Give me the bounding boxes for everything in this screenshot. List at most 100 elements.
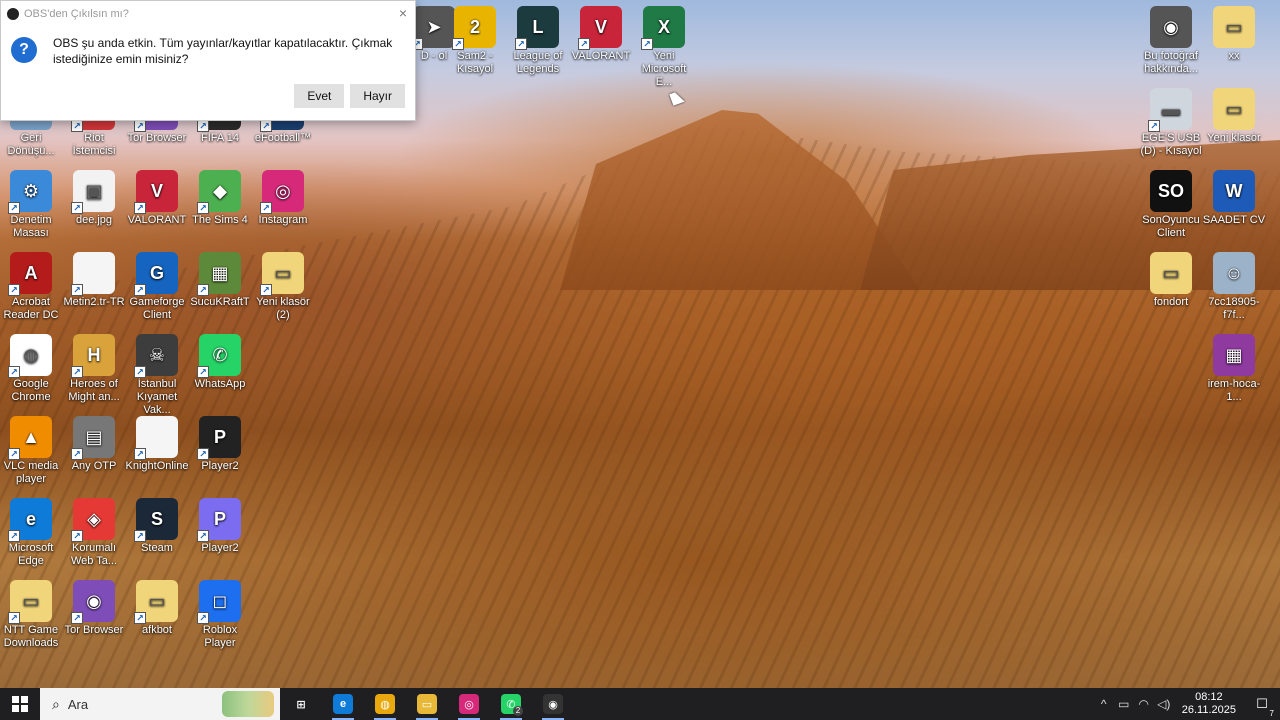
desktop-icon-label: Yeni klasör (1207, 132, 1261, 144)
notification-icon: ☐ (1256, 696, 1268, 711)
chrome-icon: ◍ ↗ (8, 334, 52, 378)
desktop-icon-label: Player2 (201, 542, 239, 554)
desktop-icon[interactable]: A ↗ Acrobat Reader DC (0, 252, 65, 322)
desktop-icon[interactable]: ▦ irem-hoca-1... (1200, 334, 1268, 404)
desktop-icon-label: İstanbul Kıyamet Vak... (136, 378, 178, 416)
desktop-icon-label: irem-hoca-1... (1207, 378, 1261, 403)
valorant-icon: V ↗ (578, 6, 622, 50)
shortcut-arrow-icon: ↗ (197, 612, 209, 624)
desktop-icon-label: Metin2.tr-TR (63, 296, 125, 308)
desktop-icon[interactable]: X ↗ Yeni Microsoft E... (630, 6, 698, 89)
desktop-icon[interactable]: ⚙ ↗ Denetim Masası (0, 170, 65, 240)
desktop-icon[interactable]: L ↗ League of Legends (504, 6, 572, 76)
desktop-icon-label: afkbot (142, 624, 172, 636)
desktop-icon[interactable]: e ↗ Microsoft Edge (0, 498, 65, 568)
taskbar-app-button[interactable]: ▭ (406, 688, 448, 720)
volume-icon[interactable]: ◁) (1154, 697, 1174, 711)
desktop-icon[interactable]: H ↗ Heroes of Might an... (60, 334, 128, 404)
shortcut-arrow-icon: ↗ (134, 530, 146, 542)
shortcut-arrow-icon: ↗ (260, 202, 272, 214)
shortcut-arrow-icon: ↗ (197, 120, 209, 132)
desktop-icon[interactable]: ↗ Metin2.tr-TR (60, 252, 128, 309)
file-explorer-icon: ▭ (417, 694, 437, 714)
taskbar-search[interactable]: ⌕ Ara (40, 688, 280, 720)
taskbar-app-button[interactable]: ◍ (364, 688, 406, 720)
desktop-icon[interactable]: ◻ ↗ Roblox Player (186, 580, 254, 650)
taskbar: ⌕ Ara ⊞ e ◍ ▭ ◎ ✆ 2 ◉ ^ ▭ ◠ ◁) 08:12 26.11.2025… (0, 688, 1280, 720)
desktop-icon[interactable]: G ↗ Gameforge Client (123, 252, 191, 322)
player2-icon: P ↗ (197, 416, 241, 460)
yes-button[interactable]: Evet (294, 84, 345, 108)
desktop-icon[interactable]: ▦ ↗ SucuKRaftT (186, 252, 254, 309)
desktop-icon[interactable]: ▬ ↗ EGE'S USB (D) - Kısayol (1137, 88, 1205, 158)
desktop-icon-label: Microsoft Edge (8, 542, 54, 567)
desktop-icon[interactable]: ▣ ↗ dee.jpg (60, 170, 128, 227)
istanbul-kiyamet-icon: ☠ ↗ (134, 334, 178, 378)
desktop-icon[interactable]: ▭ Yeni klasör (1200, 88, 1268, 145)
desktop-icon-label: SAADET CV (1202, 214, 1266, 226)
desktop-icon-label: Instagram (258, 214, 308, 226)
desktop-icon[interactable]: ▭ ↗ afkbot (123, 580, 191, 637)
desktop-icon-label: KnightOnline (125, 460, 189, 472)
start-button[interactable] (0, 688, 40, 720)
desktop-icon-label: Riot İstemcisi (72, 132, 116, 157)
clock[interactable]: 08:12 26.11.2025 (1174, 691, 1244, 717)
shortcut-arrow-icon: ↗ (134, 202, 146, 214)
desktop-icon[interactable]: ☠ ↗ İstanbul Kıyamet Vak... (123, 334, 191, 417)
shortcut-arrow-icon: ↗ (197, 366, 209, 378)
no-button[interactable]: Hayır (350, 84, 405, 108)
sonoyuncu-icon: SO (1150, 170, 1192, 212)
desktop-icon[interactable]: ▭ ↗ Yeni klasör (2) (249, 252, 317, 322)
shortcut-arrow-icon: ↗ (71, 120, 83, 132)
battery-icon[interactable]: ▭ (1114, 697, 1134, 711)
acrobat-icon: A ↗ (8, 252, 52, 296)
desktop-icon[interactable]: S ↗ Steam (123, 498, 191, 555)
sam2-icon: 2 ↗ (452, 6, 496, 50)
desktop-icon[interactable]: ▭ ↗ NTT Game Downloads (0, 580, 65, 650)
desktop-icon[interactable]: ◍ ↗ Google Chrome (0, 334, 65, 404)
zip-folder-icon: ▭ ↗ (134, 580, 178, 624)
desktop-icon[interactable]: ▭ xx (1200, 6, 1268, 63)
desktop-icon[interactable]: ☺ 7cc18905-f7f... (1200, 252, 1268, 322)
taskbar-app-button[interactable]: ⊞ (280, 688, 322, 720)
desktop-icon[interactable]: ◈ ↗ Korumalı Web Ta... (60, 498, 128, 568)
camera-icon: ◉ (1150, 6, 1192, 48)
shortcut-arrow-icon: ↗ (134, 612, 146, 624)
desktop-icon[interactable]: ✆ ↗ WhatsApp (186, 334, 254, 391)
desktop-icon[interactable]: ▭ fondort (1137, 252, 1205, 309)
folder-icon: ▭ (1213, 88, 1255, 130)
desktop-icon[interactable]: ▲ ↗ VLC media player (0, 416, 65, 486)
desktop-icon[interactable]: P ↗ Player2 (186, 498, 254, 555)
desktop-icon[interactable]: V ↗ VALORANT (567, 6, 635, 63)
desktop-icon[interactable]: ◎ ↗ Instagram (249, 170, 317, 227)
desktop-icon[interactable]: P ↗ Player2 (186, 416, 254, 473)
desktop-icon-label: WhatsApp (194, 378, 246, 390)
taskbar-app-button[interactable]: ✆ 2 (490, 688, 532, 720)
desktop-icon[interactable]: W SAADET CV (1200, 170, 1268, 227)
taskbar-app-button[interactable]: e (322, 688, 364, 720)
desktop-icon[interactable]: V ↗ VALORANT (123, 170, 191, 227)
taskbar-app-button[interactable]: ◉ (532, 688, 574, 720)
dialog-message: OBS şu anda etkin. Tüm yayınlar/kayıtlar… (53, 36, 393, 66)
desktop-icon[interactable]: ↗ KnightOnline (123, 416, 191, 473)
network-icon[interactable]: ◠ (1134, 697, 1154, 711)
shortcut-arrow-icon: ↗ (71, 612, 83, 624)
desktop-icon-label: The Sims 4 (192, 214, 248, 226)
task-view-icon: ⊞ (291, 694, 311, 714)
desktop-icon[interactable]: ◉ Bu fotoğraf hakkında... (1137, 6, 1205, 76)
desktop-icon[interactable]: 2 ↗ Sam2 - Kısayol (441, 6, 509, 76)
taskbar-app-button[interactable]: ◎ (448, 688, 490, 720)
desktop-icon[interactable]: ◉↗Tor Browser (60, 580, 128, 637)
dialog-titlebar: OBS'den Çıkılsın mı? (1, 1, 415, 26)
desktop-icon[interactable]: SO SonOyuncu Client (1137, 170, 1205, 240)
system-tray: ^ ▭ ◠ ◁) 08:12 26.11.2025 ☐ 7 (1094, 688, 1280, 720)
shortcut-arrow-icon: ↗ (197, 448, 209, 460)
desktop-icon-label: Tor Browser (64, 624, 124, 636)
desktop-icon-label: Geri Dönüşü... (7, 132, 55, 157)
notification-center-button[interactable]: ☐ 7 (1244, 696, 1280, 718)
edge-icon: e (333, 694, 353, 714)
desktop-icon[interactable]: ◆ ↗ The Sims 4 (186, 170, 254, 227)
show-hidden-icons-chevron-icon[interactable]: ^ (1094, 697, 1114, 711)
close-icon[interactable]: × (399, 5, 407, 21)
desktop-icon[interactable]: ▤ ↗ Any OTP (60, 416, 128, 473)
